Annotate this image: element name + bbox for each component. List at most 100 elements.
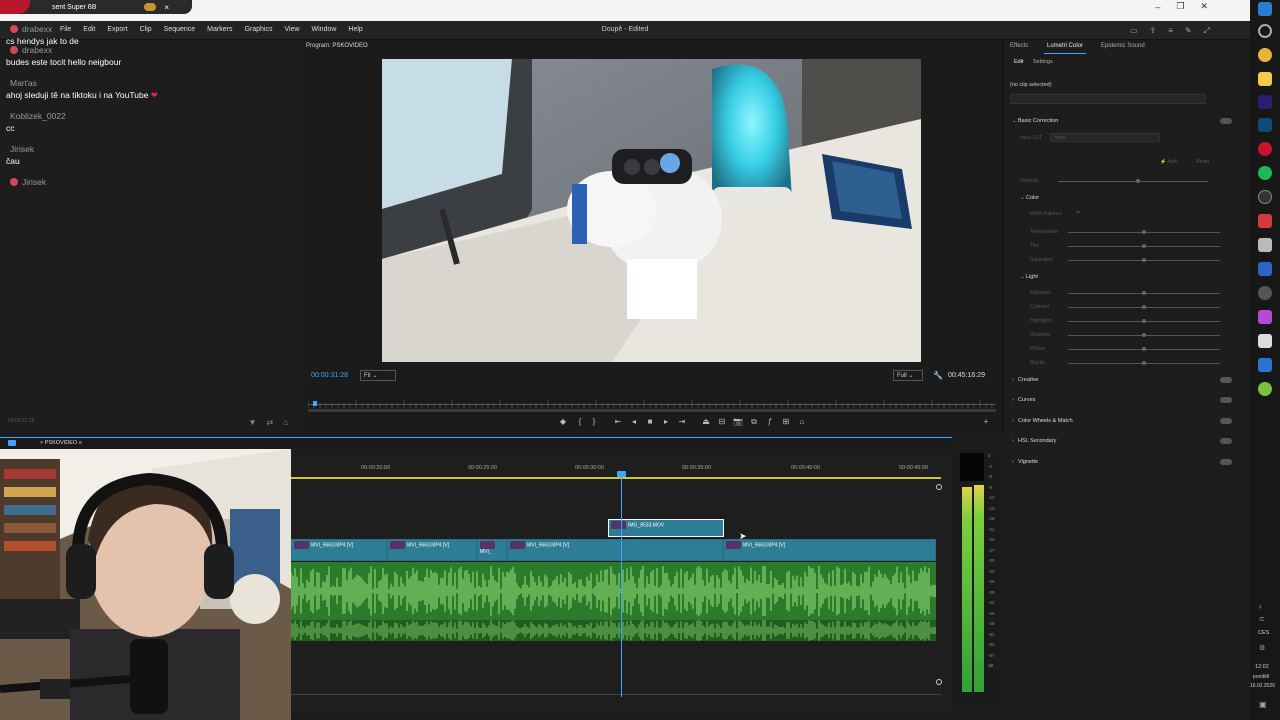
playhead-handle[interactable] — [617, 471, 626, 477]
youtube-icon[interactable] — [1258, 142, 1272, 156]
track-end-handle[interactable] — [936, 484, 942, 490]
section-toggle[interactable] — [1220, 438, 1232, 444]
clip-v1[interactable]: MVI_ — [477, 539, 507, 561]
lumetri-slider-knob[interactable] — [1142, 258, 1146, 262]
mark-out-icon[interactable]: } — [588, 416, 600, 428]
basic-correction-toggle[interactable] — [1220, 118, 1232, 124]
photoshop-icon[interactable] — [1258, 118, 1272, 132]
extract-icon[interactable]: ⊟ — [716, 416, 728, 428]
clip-v1[interactable]: MVI_9663.MP4 [V] — [507, 539, 723, 561]
clip-v2[interactable]: IMG_8533.MOV — [608, 519, 724, 537]
scroll-end-handle[interactable] — [936, 679, 942, 685]
go-to-in-icon[interactable]: ⇤ — [612, 416, 624, 428]
clip-v1[interactable]: MVI_9663.MP4 [V] — [291, 539, 387, 561]
workspace-icon[interactable]: ▭ — [1130, 26, 1138, 36]
app-icon-diamond[interactable] — [1258, 262, 1272, 276]
lumetri-slider-knob[interactable] — [1142, 244, 1146, 248]
chrome-icon[interactable] — [1258, 48, 1272, 62]
multicam-icon[interactable]: ⊞ — [780, 416, 792, 428]
fx-icon[interactable]: ƒ — [764, 416, 776, 428]
compare-icon[interactable]: ⧉ — [748, 416, 760, 428]
taskbar-icons[interactable]: ⊂ — [1259, 615, 1265, 623]
audio-track-a1[interactable] — [290, 562, 936, 620]
minimize-button[interactable]: – — [1155, 2, 1160, 12]
resolution-select[interactable]: Full ⌄ — [893, 370, 923, 381]
notification-close-icon[interactable]: × — [164, 3, 169, 12]
video-track-v1[interactable]: MVI_9663.MP4 [V] MVI_9663.MP4 [V] MVI_ MVI_… — [291, 539, 936, 561]
lumetri-slider[interactable] — [1068, 333, 1220, 337]
menu-item-window[interactable]: Window — [312, 26, 337, 33]
lumetri-slider-knob[interactable] — [1142, 361, 1146, 365]
chat-username[interactable]: drabexx — [10, 45, 52, 55]
lumetri-slider-knob[interactable] — [1142, 347, 1146, 351]
purple-app-icon[interactable] — [1258, 310, 1272, 324]
move-icon[interactable]: ⇄ — [266, 418, 273, 432]
menu-icon[interactable]: ≡ — [1168, 26, 1173, 36]
mark-in-icon[interactable]: { — [574, 416, 586, 428]
zoom-select[interactable]: Fit ⌄ — [360, 370, 396, 381]
lumetri-slider-knob[interactable] — [1142, 333, 1146, 337]
clock-time[interactable]: 12:02 — [1255, 664, 1269, 670]
lumetri-slider[interactable] — [1068, 244, 1220, 248]
section-collapsed[interactable]: › Vignette — [1012, 459, 1038, 465]
vr-icon[interactable]: ⌂ — [796, 416, 808, 428]
close-button[interactable]: ✕ — [1200, 1, 1208, 12]
intensity-knob[interactable] — [1136, 179, 1140, 183]
section-toggle[interactable] — [1220, 397, 1232, 403]
white-app-icon[interactable] — [1258, 334, 1272, 348]
lumetri-slider[interactable] — [1068, 361, 1220, 365]
gear-app-icon[interactable] — [1258, 286, 1272, 300]
add-marker-icon[interactable]: ◆ — [557, 416, 569, 428]
lumetri-slider-knob[interactable] — [1142, 291, 1146, 295]
timeline-panel[interactable]: 00:00:20:00 00:00:25:00 00:00:30:00 00:00:3… — [290, 449, 952, 711]
step-back-icon[interactable]: ◂ — [628, 416, 640, 428]
lumetri-slider[interactable] — [1068, 305, 1220, 309]
lumetri-slider[interactable] — [1068, 319, 1220, 323]
current-timecode[interactable]: 00:00:31:28 — [311, 372, 348, 379]
lumetri-slider-knob[interactable] — [1142, 305, 1146, 309]
zoom-scrollbar[interactable] — [308, 409, 996, 412]
menu-item-help[interactable]: Help — [348, 26, 362, 33]
export-frame-icon[interactable]: 📷 — [732, 416, 744, 428]
filter-icon[interactable]: ▼ — [249, 418, 257, 432]
tab-sequence[interactable]: × PSKOVIDEO ≡ — [40, 440, 82, 446]
section-toggle[interactable] — [1220, 459, 1232, 465]
group-light[interactable]: ⌄Light — [1020, 274, 1038, 280]
lumetri-slider[interactable] — [1068, 230, 1220, 234]
auto-button[interactable]: ⚡ Auto — [1160, 159, 1178, 165]
restore-button[interactable]: ❐ — [1176, 1, 1184, 12]
section-collapsed[interactable]: › HSL Secondary — [1012, 438, 1056, 444]
go-to-out-icon[interactable]: ⇥ — [676, 416, 688, 428]
tf-icon[interactable] — [1258, 214, 1272, 228]
chat-username[interactable]: drabexx — [10, 24, 52, 34]
monitor-time-ruler[interactable] — [307, 395, 996, 408]
share-icon[interactable]: ⇪ — [1150, 26, 1157, 36]
chevron-up-icon[interactable]: ‹ — [1259, 602, 1262, 611]
document-icon[interactable] — [1258, 238, 1272, 252]
settings-icon[interactable]: ⚙ — [1259, 644, 1265, 652]
group-color[interactable]: ⌄Color — [1020, 195, 1039, 201]
intensity-slider[interactable] — [1058, 179, 1208, 183]
lumetri-slider-knob[interactable] — [1142, 319, 1146, 323]
clip-v1[interactable]: MVI_9663.MP4 [V] — [723, 539, 936, 561]
obs-icon[interactable] — [1258, 190, 1272, 204]
section-collapsed[interactable]: › Color Wheels & Match — [1012, 418, 1073, 424]
tools-icon[interactable]: ✎ — [1185, 26, 1192, 36]
clip-v1[interactable]: MVI_9663.MP4 [V] — [387, 539, 477, 561]
language-indicator[interactable]: CES — [1258, 630, 1269, 636]
section-toggle[interactable] — [1220, 418, 1232, 424]
chat-username[interactable]: Jirisek — [10, 144, 34, 154]
lumetri-slider[interactable] — [1068, 291, 1220, 295]
start-icon[interactable] — [1258, 2, 1272, 16]
section-collapsed[interactable]: › Curves — [1012, 397, 1035, 403]
chat-username[interactable]: Koblizek_0022 — [10, 111, 66, 121]
file-explorer-icon[interactable] — [1258, 72, 1272, 86]
audio-track-a2[interactable] — [290, 620, 936, 641]
playhead-line[interactable] — [621, 471, 622, 697]
bin-icon[interactable]: ⌂ — [283, 418, 288, 432]
fullscreen-icon[interactable]: ⤢ — [1204, 26, 1210, 36]
input-lut-select[interactable]: None — [1050, 133, 1160, 142]
notification-center-icon[interactable]: ▣ — [1259, 700, 1267, 709]
work-area-bar[interactable] — [291, 477, 941, 479]
eyedropper-icon[interactable]: ✒ — [1076, 209, 1081, 216]
